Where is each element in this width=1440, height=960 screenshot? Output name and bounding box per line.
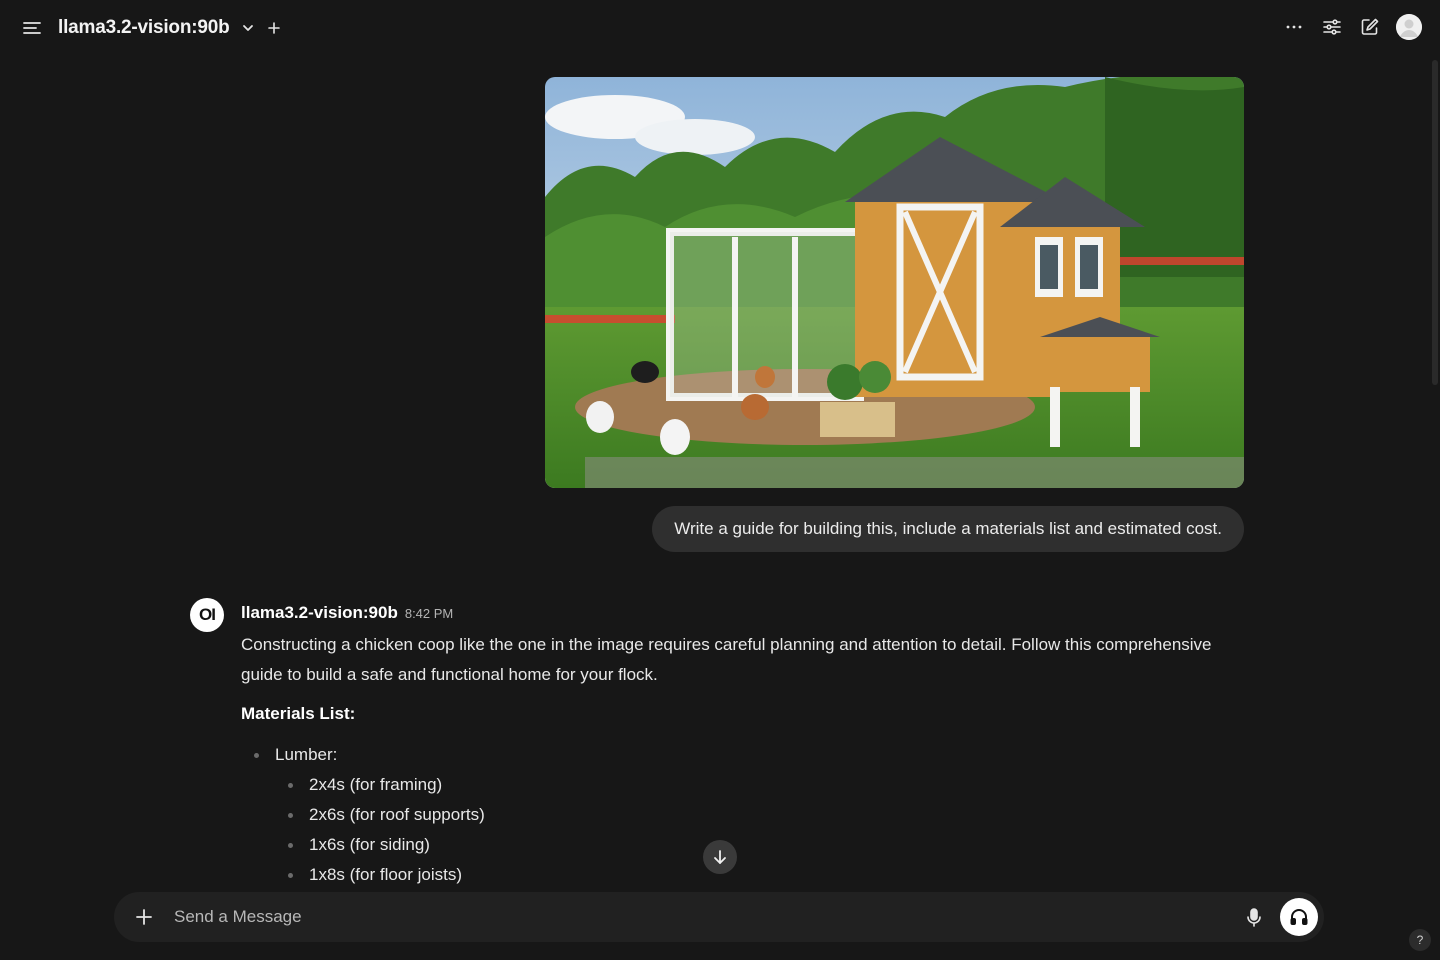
- user-message-bubble: Write a guide for building this, include…: [652, 506, 1244, 552]
- microphone-icon[interactable]: [1242, 905, 1266, 929]
- arrow-down-icon: [714, 850, 726, 864]
- material-sublist: 2x4s (for framing) 2x6s (for roof suppor…: [275, 770, 1251, 890]
- controls-sliders-icon[interactable]: [1320, 15, 1344, 39]
- add-model-icon[interactable]: [262, 16, 286, 40]
- chevron-down-icon[interactable]: [236, 16, 260, 40]
- materials-heading: Materials List:: [241, 704, 356, 723]
- list-item: 1x6s (for siding): [275, 830, 1251, 860]
- scroll-to-bottom-button[interactable]: [703, 840, 737, 874]
- list-item: 2x4s (for framing): [275, 770, 1251, 800]
- sidebar-toggle-icon[interactable]: [20, 16, 44, 40]
- help-button[interactable]: ?: [1409, 929, 1431, 951]
- intro-paragraph: Constructing a chicken coop like the one…: [241, 635, 1212, 684]
- assistant-message-body: Constructing a chicken coop like the one…: [241, 630, 1251, 890]
- top-bar: llama3.2-vision:90b: [0, 0, 1440, 56]
- voice-mode-button[interactable]: [1280, 898, 1318, 936]
- assistant-header: llama3.2-vision:90b 8:42 PM: [241, 603, 453, 623]
- more-options-icon[interactable]: [1282, 15, 1306, 39]
- headphones-icon: [1290, 909, 1308, 925]
- scrollbar[interactable]: [1432, 60, 1438, 385]
- message-composer: [114, 892, 1324, 942]
- user-avatar[interactable]: [1396, 14, 1422, 40]
- list-item: Lumber: 2x4s (for framing) 2x6s (for roo…: [241, 740, 1251, 890]
- uploaded-chicken-coop-image[interactable]: [545, 77, 1244, 488]
- plus-attach-icon[interactable]: [132, 905, 156, 929]
- list-item: 2x6s (for roof supports): [275, 800, 1251, 830]
- model-selector-title[interactable]: llama3.2-vision:90b: [58, 17, 230, 39]
- new-chat-edit-icon[interactable]: [1358, 15, 1382, 39]
- materials-list: Lumber: 2x4s (for framing) 2x6s (for roo…: [241, 740, 1251, 890]
- message-timestamp: 8:42 PM: [404, 606, 454, 621]
- message-input[interactable]: [174, 907, 1242, 927]
- list-item: 1x8s (for floor joists): [275, 860, 1251, 890]
- assistant-logo-icon: OI: [190, 598, 224, 632]
- assistant-name: llama3.2-vision:90b: [241, 603, 398, 622]
- top-right-actions: [1282, 14, 1422, 40]
- material-category-label: Lumber:: [275, 745, 338, 764]
